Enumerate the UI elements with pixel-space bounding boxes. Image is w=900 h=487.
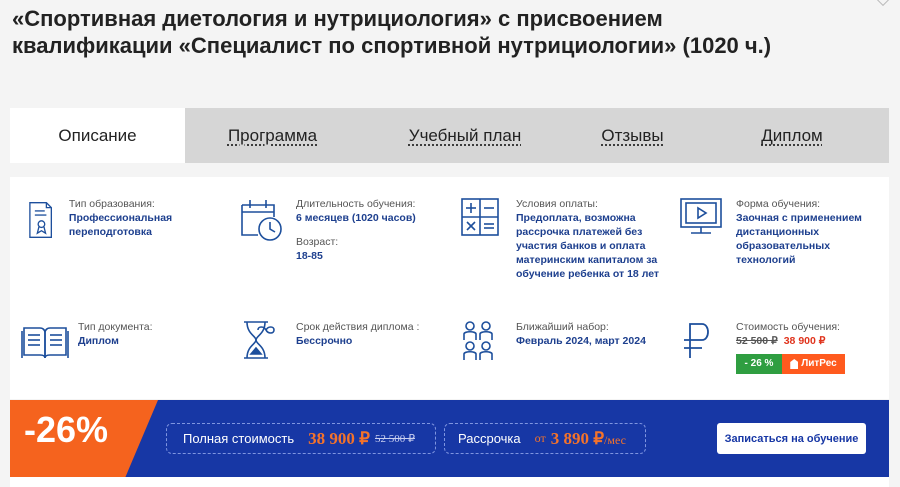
hourglass-infinity-icon	[244, 321, 275, 359]
page-title: «Спортивная диетология и нутрициология» …	[12, 6, 772, 58]
tab-diploma[interactable]: Диплом	[695, 108, 889, 163]
full-price: 38 900 ₽	[308, 428, 370, 448]
info-payment: Условия оплаты: Предоплата, возможна рас…	[458, 197, 668, 281]
price-banner: -26% Полная стоимость 38 900 ₽ 52 500 ₽ …	[10, 400, 889, 477]
enroll-button[interactable]: Записаться на обучение	[717, 423, 866, 454]
course-info-card: Тип образования: Профессиональная перепо…	[10, 177, 889, 399]
info-form: Форма обучения: Заочная с применением ди…	[678, 197, 883, 267]
info-doc-type: Тип документа: Диплом	[20, 320, 225, 366]
tab-curriculum[interactable]: Учебный план	[360, 108, 570, 163]
tab-description[interactable]: Описание	[10, 108, 185, 163]
tab-bar: Описание Программа Учебный план Отзывы Д…	[10, 108, 889, 163]
info-validity: Срок действия диплома : Бессрочно	[238, 320, 443, 366]
corner-decoration	[875, 0, 891, 7]
info-edu-type: Тип образования: Профессиональная перепо…	[20, 197, 225, 243]
group-people-icon	[463, 321, 493, 360]
info-cost: Стоимость обучения: 52 500 ₽38 900 ₽ - 2…	[678, 320, 883, 374]
installment-box: Рассрочка от 3 890 ₽/мес	[444, 423, 646, 454]
discount-percent: -26%	[24, 409, 109, 450]
full-price-box: Полная стоимость 38 900 ₽ 52 500 ₽	[166, 423, 436, 454]
monitor-play-icon	[680, 198, 722, 234]
tab-program[interactable]: Программа	[185, 108, 360, 163]
full-old-price: 52 500 ₽	[374, 433, 415, 445]
info-duration: Длительность обучения: 6 месяцев (1020 ч…	[238, 197, 443, 263]
installment-price: 3 890 ₽/мес	[550, 428, 626, 448]
open-book-icon	[21, 327, 69, 359]
new-price: 38 900 ₽	[783, 335, 826, 347]
content-strip	[10, 477, 889, 487]
ruble-icon	[684, 323, 709, 358]
litres-logo-icon	[790, 359, 799, 369]
certificate-icon	[29, 202, 53, 238]
tab-reviews[interactable]: Отзывы	[570, 108, 695, 163]
litres-badge: ЛитРес	[782, 354, 845, 374]
calendar-clock-icon	[241, 200, 282, 241]
discount-badge: - 26 %	[736, 354, 782, 374]
old-price: 52 500 ₽	[736, 335, 778, 347]
calculator-icon	[461, 198, 499, 236]
info-intake: Ближайший набор: Февраль 2024, март 2024	[458, 320, 668, 366]
